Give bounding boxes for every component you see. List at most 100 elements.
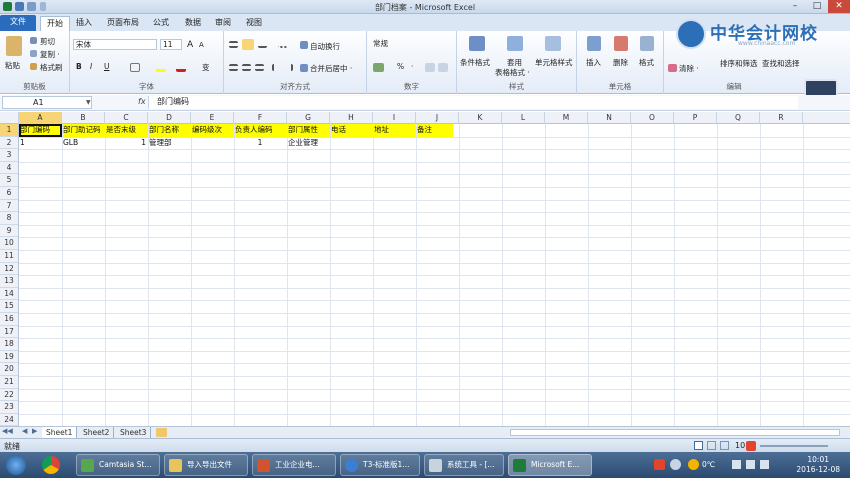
row-header-3[interactable]: 3 (0, 149, 18, 162)
normal-view-icon[interactable] (694, 441, 703, 450)
wrap-text-icon[interactable] (300, 41, 308, 49)
conditional-format-icon[interactable] (469, 36, 485, 51)
column-header-k[interactable]: K (459, 112, 502, 124)
row-header-12[interactable]: 12 (0, 263, 18, 276)
row-header-2[interactable]: 2 (0, 137, 18, 150)
column-header-o[interactable]: O (631, 112, 674, 124)
row-header-20[interactable]: 20 (0, 363, 18, 376)
tray-flag-icon[interactable] (760, 460, 769, 469)
align-top-icon[interactable] (229, 41, 238, 48)
maximize-button[interactable]: □ (806, 0, 828, 13)
column-header-q[interactable]: Q (717, 112, 760, 124)
taskbar-clock[interactable]: 10:01 2016-12-08 (796, 455, 840, 475)
tray-volume-icon[interactable] (746, 460, 755, 469)
column-header-p[interactable]: P (674, 112, 717, 124)
tray-help-icon[interactable] (670, 459, 681, 470)
decrease-indent-icon[interactable] (272, 64, 281, 71)
tab-data[interactable]: 数据 (179, 16, 207, 31)
cell-e1[interactable]: 编码级次 (191, 124, 235, 136)
row-header-11[interactable]: 11 (0, 250, 18, 263)
format-painter-icon[interactable] (30, 63, 37, 70)
cell-c2[interactable]: 1 (105, 137, 148, 149)
column-header-f[interactable]: F (234, 112, 287, 124)
tab-home[interactable]: 开始 (40, 16, 70, 31)
merge-center-button[interactable]: 合并后居中 · (310, 63, 352, 74)
delete-cells-icon[interactable] (614, 36, 628, 51)
font-color-icon[interactable] (176, 63, 186, 72)
fill-color-icon[interactable] (156, 63, 166, 72)
row-header-6[interactable]: 6 (0, 187, 18, 200)
row-header-19[interactable]: 19 (0, 351, 18, 364)
column-header-j[interactable]: J (416, 112, 459, 124)
sheet-tab-2[interactable]: Sheet2 (79, 427, 115, 438)
column-header-c[interactable]: C (105, 112, 148, 124)
tab-file[interactable]: 文件 (0, 15, 36, 31)
shrink-font-button[interactable]: A (199, 41, 204, 49)
close-button[interactable]: ✕ (828, 0, 850, 13)
cell-f2[interactable]: 1 (234, 137, 287, 149)
row-header-8[interactable]: 8 (0, 212, 18, 225)
row-header-17[interactable]: 17 (0, 326, 18, 339)
currency-icon[interactable] (373, 63, 384, 72)
row-header-4[interactable]: 4 (0, 162, 18, 175)
conditional-format-button[interactable]: 条件格式 (460, 57, 490, 68)
zoom-level[interactable]: 10 (735, 441, 745, 450)
row-header-15[interactable]: 15 (0, 300, 18, 313)
column-header-l[interactable]: L (502, 112, 545, 124)
cell-styles-button[interactable]: 单元格样式 (535, 57, 573, 68)
percent-button[interactable]: % (397, 62, 404, 71)
page-layout-view-icon[interactable] (707, 441, 716, 450)
tray-sogou-icon[interactable] (654, 459, 665, 470)
align-middle-icon[interactable] (242, 39, 254, 50)
cut-icon[interactable] (30, 37, 37, 44)
align-bottom-icon[interactable] (258, 41, 267, 48)
column-header-h[interactable]: H (330, 112, 373, 124)
increase-decimal-icon[interactable] (425, 63, 435, 72)
clear-icon[interactable] (668, 64, 677, 72)
column-header-d[interactable]: D (148, 112, 191, 124)
column-header-a[interactable]: A (19, 112, 62, 124)
cell-i1[interactable]: 地址 (373, 124, 417, 136)
tab-review[interactable]: 审阅 (209, 16, 237, 31)
column-header-n[interactable]: N (588, 112, 631, 124)
column-header-b[interactable]: B (62, 112, 105, 124)
copy-button[interactable]: 复制 · (40, 49, 60, 60)
row-header-1[interactable]: 1 (0, 124, 18, 137)
align-left-icon[interactable] (229, 64, 238, 71)
delete-cells-button[interactable]: 删除 (613, 57, 628, 68)
align-right-icon[interactable] (255, 64, 264, 71)
taskbar-item-folder[interactable]: 导入导出文件 (164, 454, 248, 476)
cell-b1[interactable]: 部门助记码 (62, 124, 106, 136)
row-header-14[interactable]: 14 (0, 288, 18, 301)
format-cells-button[interactable]: 格式 (639, 57, 654, 68)
tab-insert[interactable]: 插入 (70, 16, 98, 31)
grow-font-button[interactable]: A (187, 40, 193, 50)
find-select-button[interactable]: 查找和选择 (762, 58, 800, 69)
clear-button[interactable]: 清除 · (679, 63, 699, 74)
row-header-7[interactable]: 7 (0, 200, 18, 213)
cell-g1[interactable]: 部门属性 (287, 124, 331, 136)
cell-j1[interactable]: 备注 (416, 124, 446, 136)
font-size-select[interactable]: 11 (160, 39, 182, 50)
row-header-10[interactable]: 10 (0, 237, 18, 250)
cell-d1[interactable]: 部门名称 (148, 124, 192, 136)
tray-network-icon[interactable] (732, 460, 741, 469)
zoom-slider[interactable] (760, 445, 828, 447)
row-header-22[interactable]: 22 (0, 389, 18, 402)
name-box[interactable]: A1 (2, 96, 92, 109)
number-format-select[interactable]: 常规 (371, 39, 451, 50)
cell-b2[interactable]: GLB (62, 137, 106, 149)
start-button-icon[interactable] (6, 455, 26, 475)
column-header-r[interactable]: R (760, 112, 803, 124)
insert-sheet-icon[interactable] (156, 428, 167, 437)
taskbar-item-t3[interactable]: T3-标准版1... (340, 454, 420, 476)
italic-button[interactable]: I (90, 62, 92, 71)
format-painter-button[interactable]: 格式刷 (40, 62, 63, 73)
border-icon[interactable] (130, 63, 140, 72)
cell-h1[interactable]: 电话 (330, 124, 374, 136)
sheet-nav-next-icon[interactable]: ▶ (32, 427, 37, 435)
align-center-icon[interactable] (242, 64, 251, 71)
row-header-9[interactable]: 9 (0, 225, 18, 238)
insert-cells-button[interactable]: 插入 (586, 57, 601, 68)
underline-button[interactable]: U (104, 62, 110, 71)
